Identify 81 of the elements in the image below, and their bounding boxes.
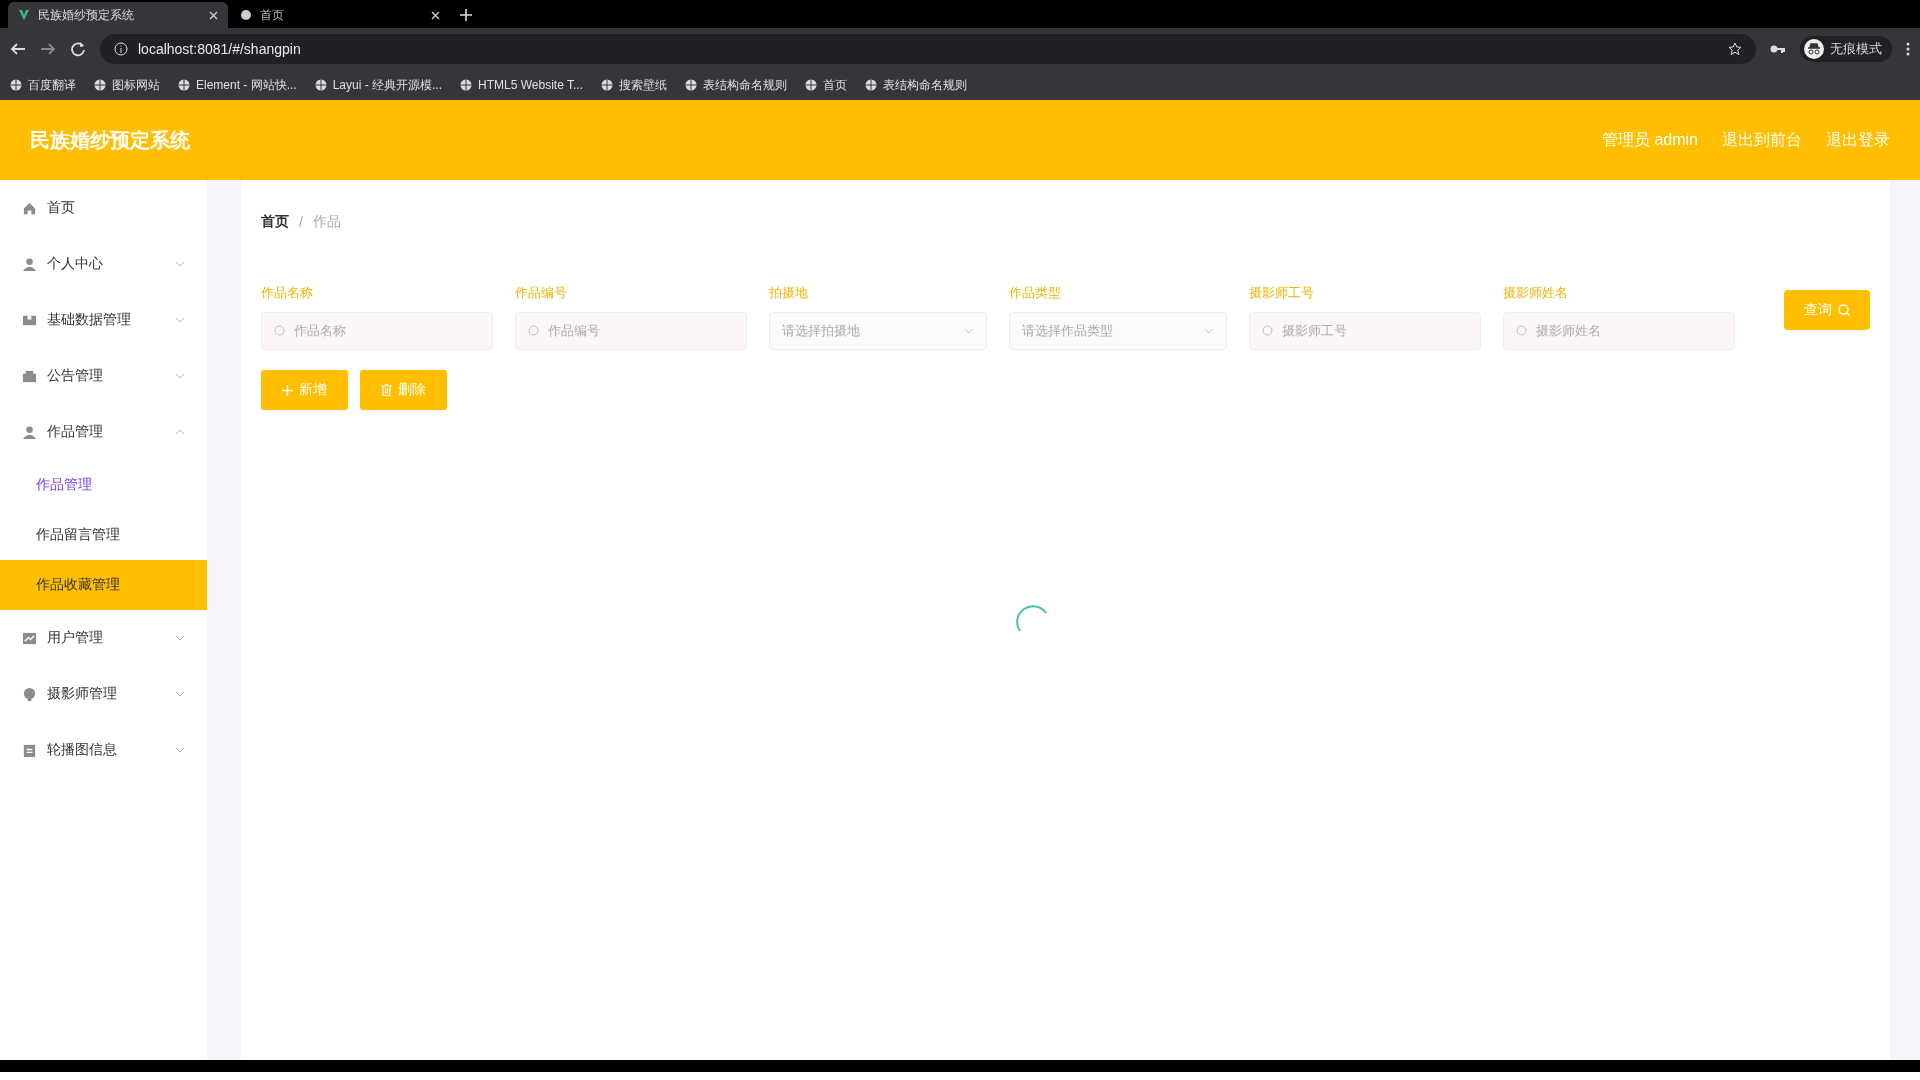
browser-tab[interactable]: 首页 (230, 2, 450, 28)
menu-label: 公告管理 (47, 367, 103, 385)
menu-label: 摄影师管理 (47, 685, 117, 703)
submenu-item[interactable]: 作品收藏管理 (0, 560, 207, 610)
globe-icon (685, 79, 697, 91)
url-text: localhost:8081/#/shangpin (138, 41, 301, 57)
submenu-item[interactable]: 作品留言管理 (0, 510, 207, 560)
bookmark[interactable]: 搜索壁纸 (601, 76, 667, 94)
globe-icon (10, 79, 22, 91)
globe-icon (805, 79, 817, 91)
close-icon[interactable] (431, 10, 440, 20)
key-icon[interactable] (1770, 44, 1786, 54)
breadcrumb-separator: / (299, 214, 303, 230)
chevron-down-icon (964, 328, 974, 334)
bulb-icon (22, 686, 37, 702)
globe-icon (240, 9, 252, 21)
incognito-icon (1804, 39, 1824, 59)
globe-icon (601, 79, 613, 91)
filter-label: 作品类型 (1009, 284, 1062, 302)
chart-icon (22, 630, 37, 646)
sidebar-item[interactable]: 作品管理 (0, 404, 207, 460)
sidebar-item[interactable]: 公告管理 (0, 348, 207, 404)
plus-icon (282, 384, 293, 396)
briefcase-icon (22, 368, 37, 384)
browser-tab[interactable]: 民族婚纱预定系统 (8, 2, 228, 28)
menu-label: 基础数据管理 (47, 311, 131, 329)
search-icon (1262, 325, 1274, 337)
globe-icon (178, 79, 190, 91)
bookmark[interactable]: 百度翻译 (10, 76, 76, 94)
info-icon (114, 42, 128, 56)
v-logo-icon (18, 9, 30, 21)
reload-icon[interactable] (70, 41, 86, 57)
bookmark[interactable]: Layui - 经典开源模... (314, 76, 443, 94)
bookmark[interactable]: 表结构命名规则 (865, 76, 967, 94)
filter-label: 摄影师姓名 (1503, 284, 1569, 302)
chevron-down-icon (1204, 328, 1214, 334)
user-icon (22, 424, 37, 440)
menu-label: 用户管理 (47, 629, 103, 647)
sidebar-item[interactable]: 摄影师管理 (0, 666, 207, 722)
close-icon[interactable] (209, 10, 218, 20)
sidebar-item[interactable]: 基础数据管理 (0, 292, 207, 348)
bookmark[interactable]: HTML5 Website T... (460, 78, 583, 92)
plus-icon[interactable] (460, 9, 472, 21)
search-icon (1516, 325, 1528, 337)
bookmark[interactable]: Element - 网站快... (178, 76, 297, 94)
sidebar-item[interactable]: 轮播图信息 (0, 722, 207, 778)
address-bar[interactable]: localhost:8081/#/shangpin (100, 34, 1756, 64)
globe-icon (460, 79, 473, 91)
breadcrumb-item: 作品 (312, 213, 341, 231)
breadcrumb-item[interactable]: 首页 (261, 213, 289, 231)
submenu-item[interactable]: 作品管理 (0, 460, 207, 510)
menu-label: 作品管理 (47, 423, 103, 441)
globe-icon (94, 79, 106, 91)
menu-icon[interactable] (1906, 42, 1910, 56)
star-icon[interactable] (1728, 42, 1742, 56)
clipboard-icon (22, 742, 37, 758)
trash-icon (381, 384, 392, 396)
menu-label: 个人中心 (47, 255, 103, 273)
bookmark[interactable]: 图标网站 (94, 76, 160, 94)
bookmark[interactable]: 表结构命名规则 (685, 76, 787, 94)
sidebar-item[interactable]: 首页 (0, 180, 207, 236)
bookmark[interactable]: 首页 (805, 76, 847, 94)
app-title: 民族婚纱预定系统 (30, 127, 190, 153)
menu-label: 轮播图信息 (47, 741, 117, 759)
back-icon[interactable] (10, 41, 26, 57)
search-icon (1838, 304, 1850, 316)
filter-label: 拍摄地 (769, 284, 809, 302)
sidebar-item[interactable]: 个人中心 (0, 236, 207, 292)
home-icon (22, 200, 37, 216)
search-icon (528, 325, 540, 337)
forward-icon[interactable] (40, 41, 56, 57)
sidebar-item[interactable]: 用户管理 (0, 610, 207, 666)
menu-label: 首页 (47, 199, 75, 217)
globe-icon (314, 79, 327, 91)
filter-label: 作品编号 (515, 284, 568, 302)
incognito-button[interactable]: 无痕模式 (1800, 36, 1892, 62)
user-icon (22, 256, 37, 272)
filter-label: 摄影师工号 (1249, 284, 1315, 302)
globe-icon (865, 79, 877, 91)
filter-label: 作品名称 (261, 284, 314, 302)
search-icon (274, 325, 286, 337)
